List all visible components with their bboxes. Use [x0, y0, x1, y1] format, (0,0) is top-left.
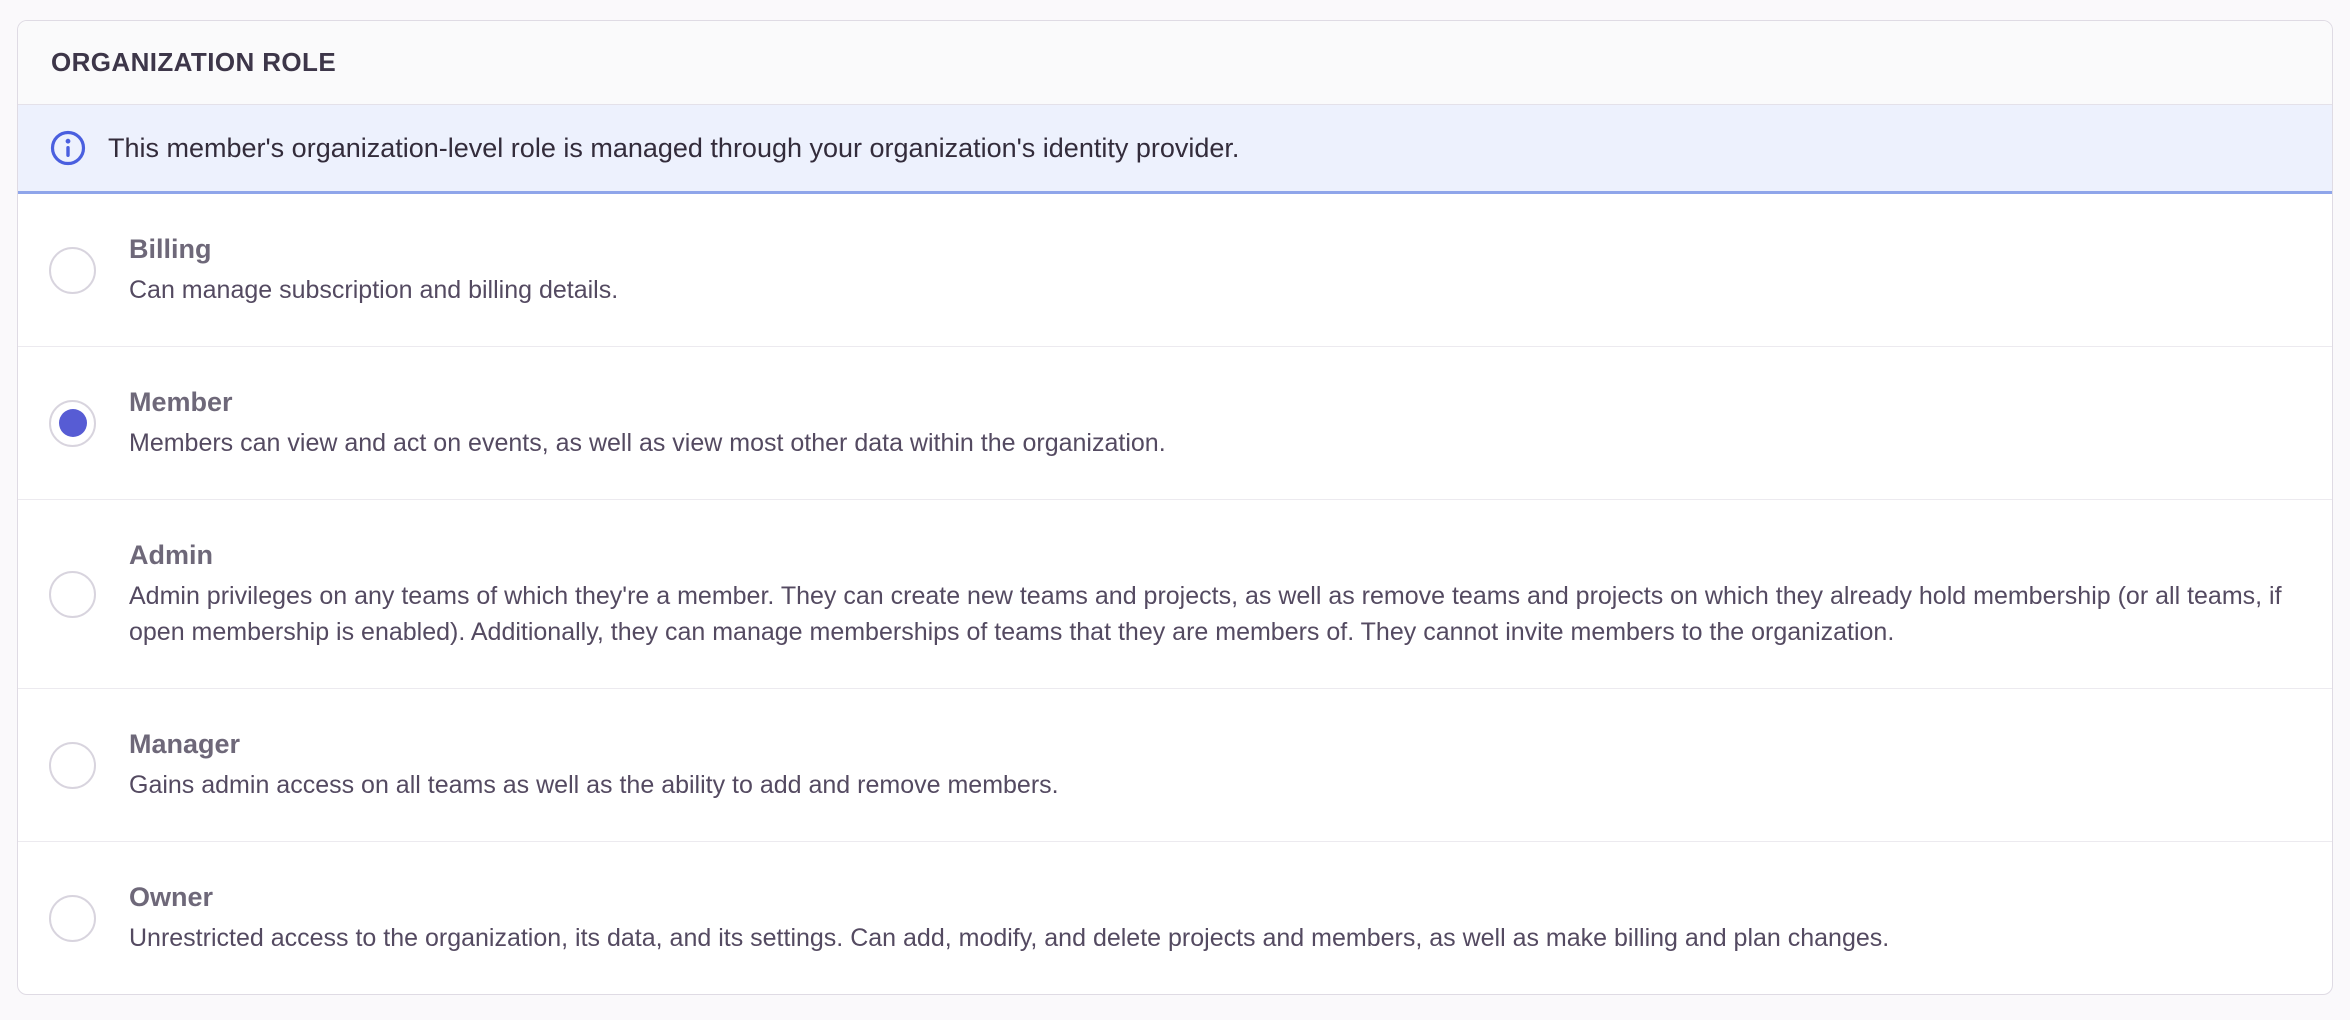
role-options-list: Billing Can manage subscription and bill…: [18, 194, 2332, 994]
role-text-block: Owner Unrestricted access to the organiz…: [129, 842, 1889, 994]
role-name-label: Manager: [129, 727, 1059, 761]
role-name-label: Owner: [129, 880, 1889, 914]
organization-role-panel: ORGANIZATION ROLE This member's organiza…: [17, 20, 2333, 995]
info-icon: [49, 129, 87, 167]
role-radio-manager[interactable]: [49, 742, 96, 789]
role-radio-admin[interactable]: [49, 571, 96, 618]
role-radio-owner[interactable]: [49, 895, 96, 942]
panel-title: ORGANIZATION ROLE: [51, 47, 336, 78]
panel-header: ORGANIZATION ROLE: [18, 21, 2332, 105]
role-description: Admin privileges on any teams of which t…: [129, 578, 2287, 650]
role-description: Unrestricted access to the organization,…: [129, 920, 1889, 956]
radio-dot: [59, 256, 87, 284]
role-description: Can manage subscription and billing deta…: [129, 272, 618, 308]
role-radio-billing[interactable]: [49, 247, 96, 294]
role-radio-member[interactable]: [49, 400, 96, 447]
role-name-label: Member: [129, 385, 1166, 419]
role-name-label: Admin: [129, 538, 2287, 572]
info-banner: This member's organization-level role is…: [18, 105, 2332, 194]
role-option-member[interactable]: Member Members can view and act on event…: [18, 347, 2332, 500]
banner-text: This member's organization-level role is…: [108, 131, 1239, 165]
radio-dot: [59, 580, 87, 608]
role-description: Members can view and act on events, as w…: [129, 425, 1166, 461]
role-text-block: Admin Admin privileges on any teams of w…: [129, 500, 2287, 688]
role-option-owner[interactable]: Owner Unrestricted access to the organiz…: [18, 842, 2332, 994]
radio-dot: [59, 904, 87, 932]
role-name-label: Billing: [129, 232, 618, 266]
role-text-block: Member Members can view and act on event…: [129, 347, 1166, 499]
role-option-billing[interactable]: Billing Can manage subscription and bill…: [18, 194, 2332, 347]
radio-dot: [59, 751, 87, 779]
role-option-admin[interactable]: Admin Admin privileges on any teams of w…: [18, 500, 2332, 689]
role-option-manager[interactable]: Manager Gains admin access on all teams …: [18, 689, 2332, 842]
role-description: Gains admin access on all teams as well …: [129, 767, 1059, 803]
role-text-block: Manager Gains admin access on all teams …: [129, 689, 1059, 841]
role-text-block: Billing Can manage subscription and bill…: [129, 194, 618, 346]
radio-dot: [59, 409, 87, 437]
